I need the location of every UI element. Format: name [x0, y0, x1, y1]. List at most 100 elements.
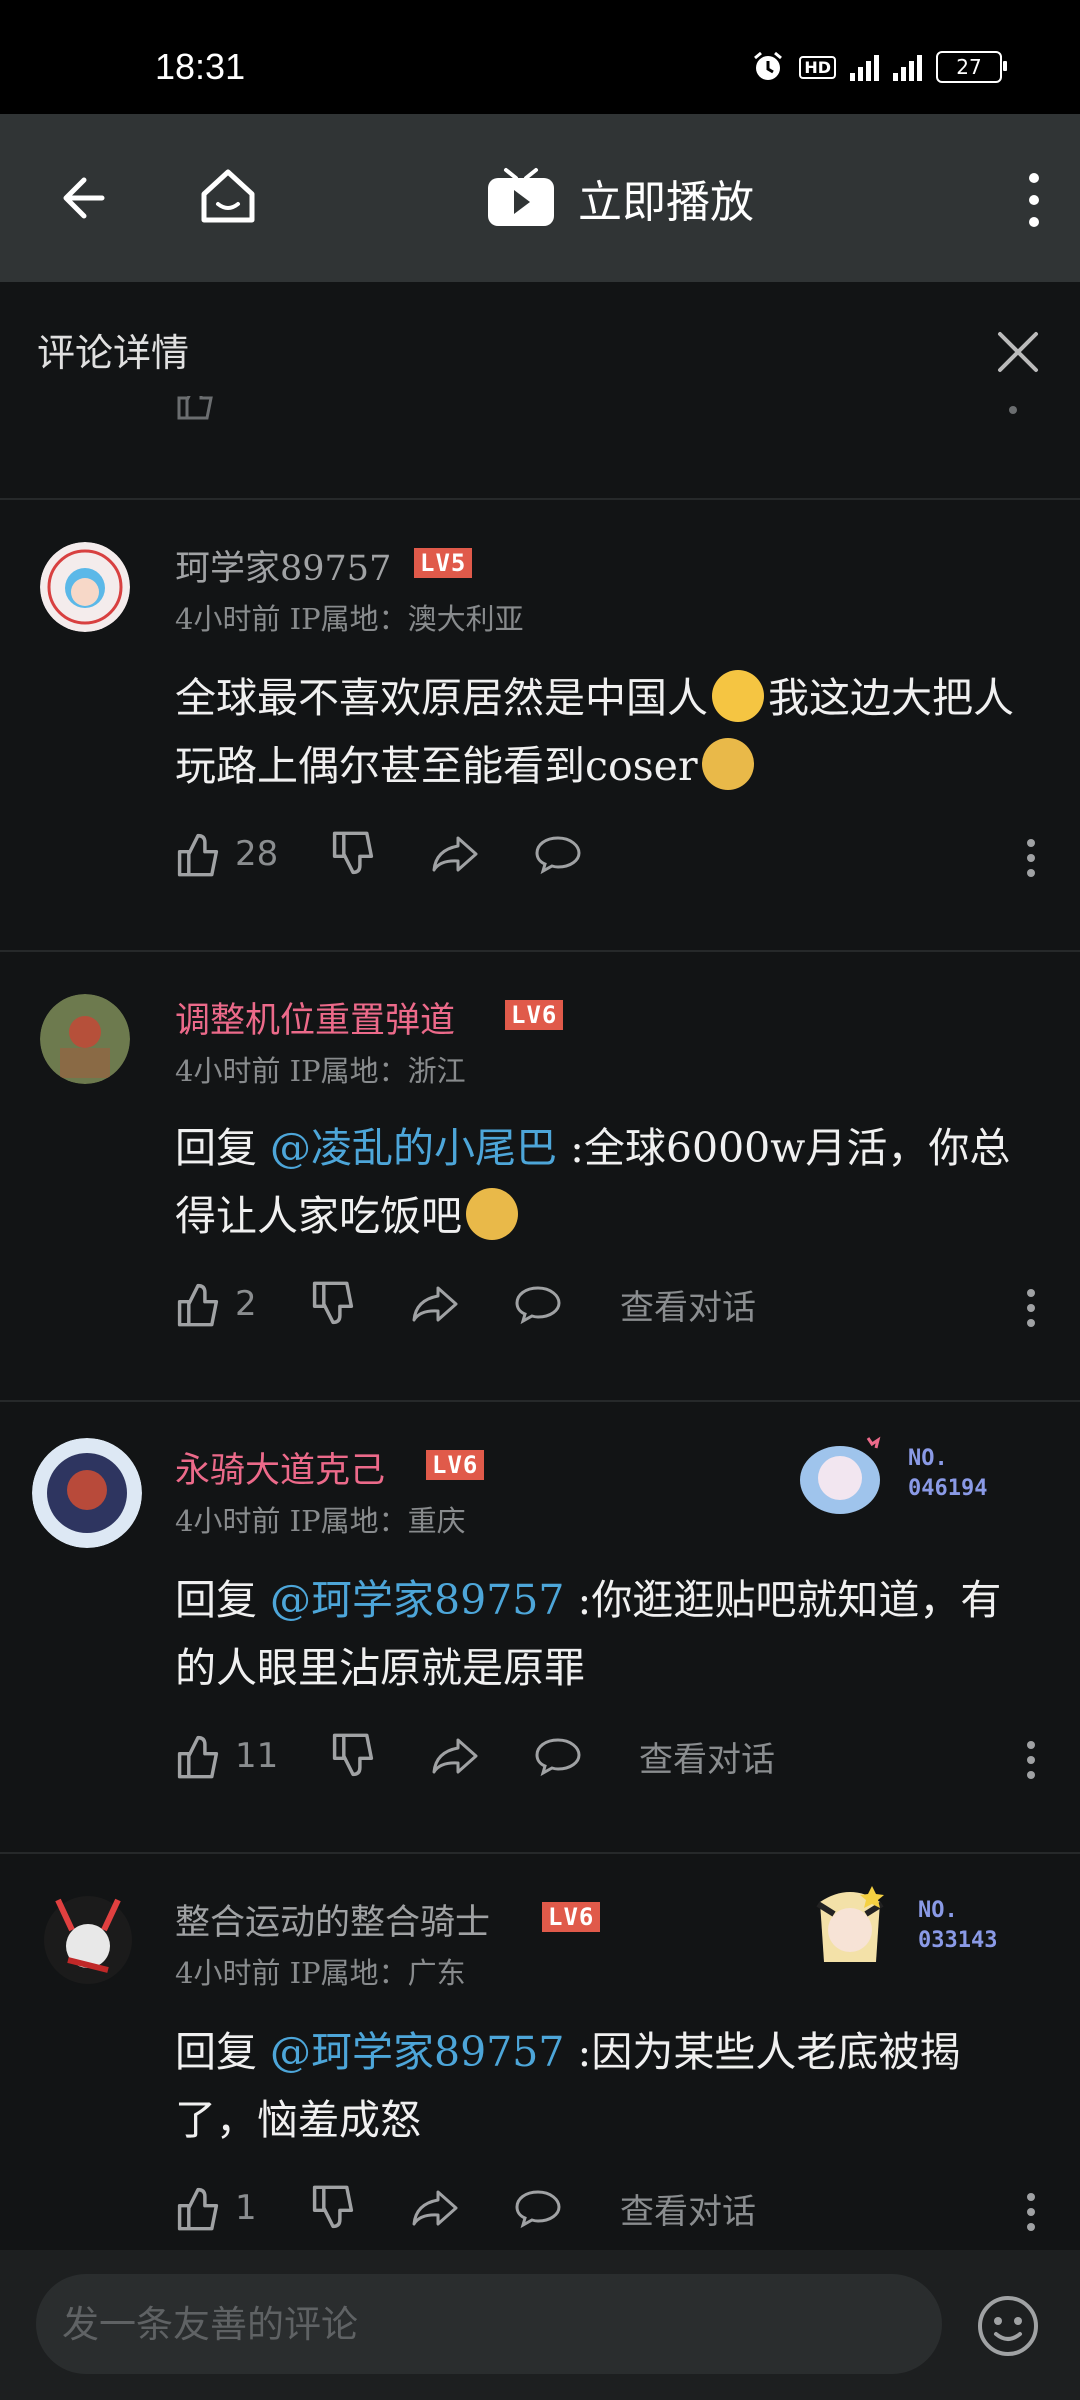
comment-actions: 2 查看对话 [175, 1274, 1035, 1334]
share-button[interactable] [410, 2178, 460, 2238]
comment-meta: 4小时前 IP属地：澳大利亚 [175, 602, 524, 636]
more-icon [1009, 406, 1017, 414]
reply-prefix: 回复 [175, 1124, 271, 1172]
username[interactable]: 调整机位重置弹道 [175, 992, 455, 1043]
dislike-button[interactable] [310, 1274, 356, 1334]
username[interactable]: 永骑大道克己 [175, 1442, 385, 1493]
avatar[interactable] [32, 1438, 142, 1548]
comment-text-part: 全球最不喜欢原居然是中国人 [175, 674, 708, 722]
scrolled-action-row [0, 396, 1080, 426]
reply-button[interactable] [533, 824, 583, 884]
thumbs-down-icon [332, 1733, 374, 1777]
fan-badge-no-value: 033143 [918, 1928, 998, 1953]
avatar[interactable] [40, 994, 130, 1084]
like-count: 28 [235, 834, 279, 874]
more-options-icon[interactable] [1022, 170, 1046, 230]
thumbs-up-icon [177, 1735, 219, 1779]
more-options-icon[interactable] [1026, 1740, 1036, 1780]
share-icon [412, 1286, 458, 1322]
more-options-icon[interactable] [1026, 2192, 1036, 2232]
comment-input-bar [0, 2250, 1080, 2400]
like-button[interactable]: 1 [175, 2178, 257, 2238]
comment-input[interactable] [36, 2274, 942, 2374]
thumbs-up-icon [177, 833, 219, 877]
dislike-button[interactable] [330, 1726, 376, 1786]
mention-link[interactable]: @凌乱的小尾巴 [270, 1124, 557, 1172]
username[interactable]: 珂学家89757 [175, 540, 391, 591]
comment-meta: 4小时前 IP属地：浙江 [175, 1054, 466, 1088]
dislike-button[interactable] [310, 2178, 356, 2238]
comment-detail-header: 评论详情 [0, 282, 1080, 412]
comment-actions: 11 查看对话 [175, 1726, 1035, 1786]
avatar[interactable] [28, 1880, 148, 2000]
view-thread-label: 查看对话 [620, 1287, 756, 1328]
play-now-label: 立即播放 [578, 177, 754, 228]
doge-emoji-icon [701, 738, 754, 790]
emoji-picker-icon[interactable] [976, 2294, 1040, 2358]
comment-meta: 4小时前 IP属地：广东 [175, 1956, 466, 1990]
reply-button[interactable] [513, 1274, 563, 1334]
username[interactable]: 整合运动的整合骑士 [175, 1894, 490, 1945]
view-thread-link[interactable]: 查看对话 [620, 2178, 756, 2238]
view-thread-link[interactable]: 查看对话 [639, 1726, 775, 1786]
comment-meta: 4小时前 IP属地：重庆 [175, 1504, 466, 1538]
play-now-button[interactable]: 立即播放 [486, 166, 754, 230]
share-button[interactable] [430, 824, 480, 884]
divider [0, 1400, 1080, 1402]
fan-badge[interactable]: NO. 046194 [790, 1430, 990, 1520]
view-thread-link[interactable]: 查看对话 [620, 1274, 756, 1334]
comment-bubble-icon [515, 1286, 561, 1325]
thumbs-down-icon [332, 831, 374, 875]
laughing-emoji-icon [712, 670, 764, 722]
fan-badge-no-label: NO. [908, 1446, 948, 1471]
view-thread-label: 查看对话 [639, 1739, 775, 1780]
fan-badge-avatar [800, 1436, 881, 1514]
share-icon [412, 2190, 458, 2226]
alarm-icon [754, 51, 783, 80]
mention-link[interactable]: @珂学家89757 [270, 1576, 564, 1624]
thumbs-down-icon [312, 1281, 354, 1325]
avatar[interactable] [40, 542, 130, 632]
fan-badge-number: NO. 046194 [908, 1444, 987, 1504]
like-count: 2 [235, 1284, 257, 1324]
comment-bubble-icon [535, 1738, 581, 1777]
dislike-button[interactable] [330, 824, 376, 884]
like-button[interactable]: 11 [175, 1726, 278, 1786]
share-icon [432, 1738, 478, 1774]
home-icon[interactable] [196, 164, 260, 228]
thumbs-up-icon [177, 1283, 219, 1327]
mention-link[interactable]: @珂学家89757 [270, 2028, 564, 2076]
like-button[interactable]: 2 [175, 1274, 257, 1334]
share-icon [432, 836, 478, 872]
tv-play-icon [488, 168, 554, 226]
hd-icon: HD [799, 55, 836, 79]
comment-actions: 1 查看对话 [175, 2178, 1035, 2238]
divider [0, 1852, 1080, 1854]
thumbs-down-icon [312, 2185, 354, 2229]
reply-button[interactable] [533, 1726, 583, 1786]
more-options-icon[interactable] [1026, 838, 1036, 878]
comment-input-wrapper [36, 2274, 942, 2374]
fan-badge-no-value: 046194 [908, 1476, 988, 1501]
like-button[interactable]: 28 [175, 824, 278, 884]
signal-4g-icon [850, 53, 879, 81]
doge-rose-emoji-icon [466, 1188, 518, 1240]
comment-bubble-icon [515, 2190, 561, 2229]
more-options-icon[interactable] [1026, 1288, 1036, 1328]
back-arrow-icon[interactable] [52, 168, 112, 228]
reply-button[interactable] [513, 2178, 563, 2238]
share-button[interactable] [430, 1726, 480, 1786]
signal-5g-icon [893, 53, 922, 81]
comment-text: 回复 @凌乱的小尾巴 :全球6000w月活，你总得让人家吃饭吧 [175, 1114, 1025, 1250]
reply-prefix: 回复 [175, 1576, 271, 1624]
fan-badge-avatar [816, 1886, 884, 1962]
level-badge: LV6 [426, 1450, 485, 1480]
like-icon [177, 396, 213, 420]
comment-text: 回复 @珂学家89757 :因为某些人老底被揭了，恼羞成怒 [175, 2018, 1025, 2154]
close-icon[interactable] [994, 328, 1042, 376]
reply-prefix: 回复 [175, 2028, 271, 2076]
level-badge: LV6 [505, 1000, 564, 1030]
panel-title: 评论详情 [37, 331, 190, 375]
fan-badge[interactable]: NO. 033143 [800, 1882, 1000, 1972]
share-button[interactable] [410, 1274, 460, 1334]
